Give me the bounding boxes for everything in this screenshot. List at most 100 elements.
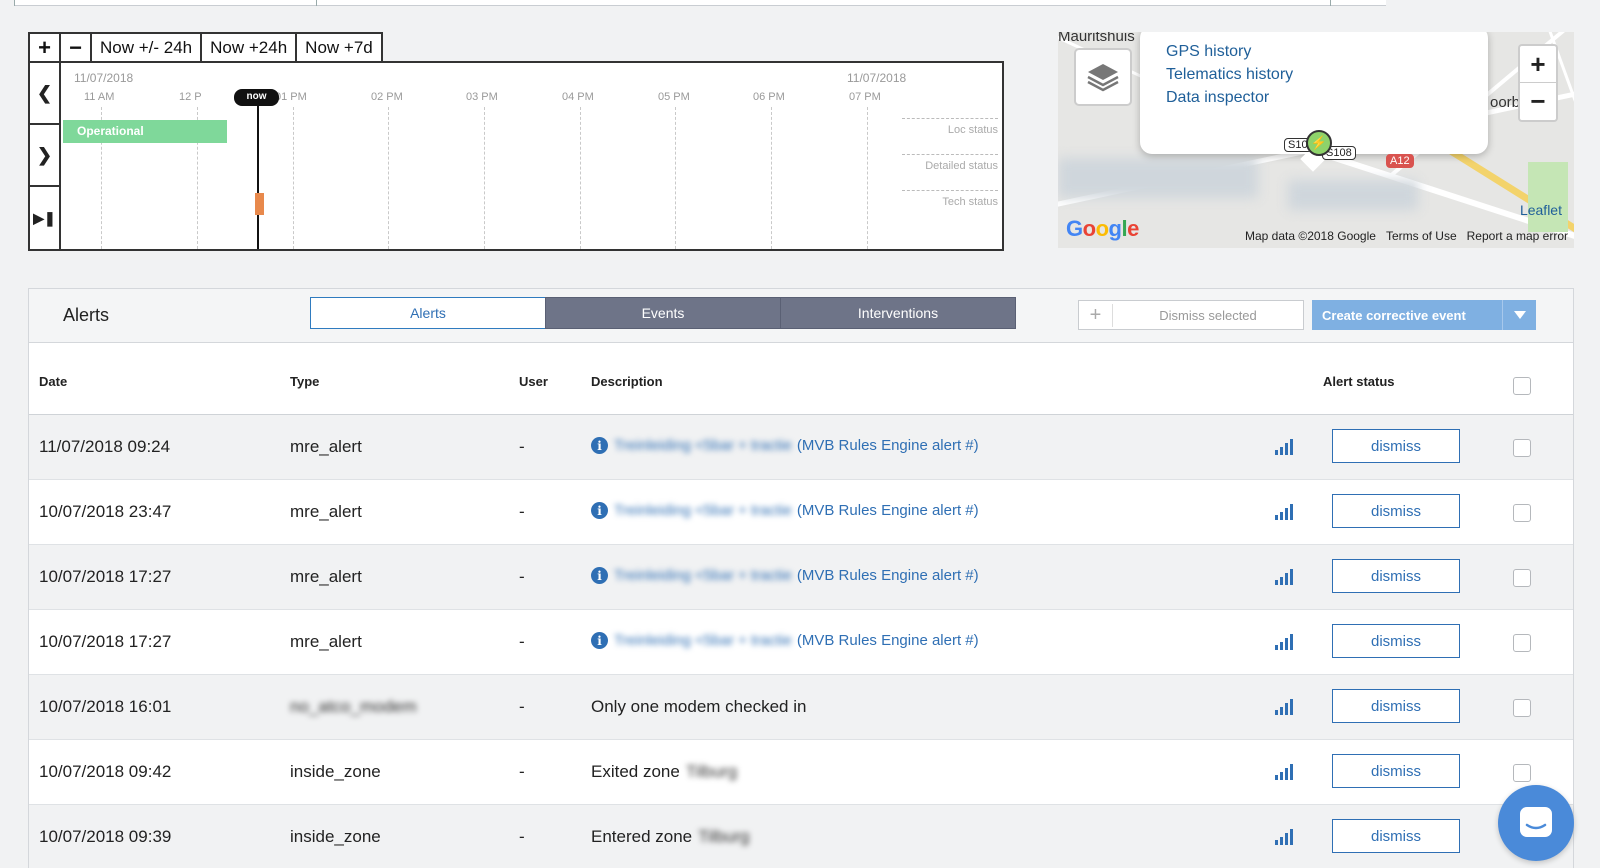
zone-name-redacted: Tilburg (685, 762, 738, 781)
alert-description-redacted[interactable]: Treinleiding <5bar + tractie (614, 437, 792, 454)
row-checkbox[interactable] (1513, 699, 1531, 717)
now-badge: now (234, 89, 279, 106)
table-row[interactable]: 10/07/2018 16:01 no_atco_modem - Only one m… (29, 675, 1573, 740)
alert-date: 10/07/2018 17:27 (39, 567, 172, 586)
plus-icon: + (1079, 303, 1113, 327)
operational-status-bar[interactable]: Operational (63, 120, 227, 143)
caret-down-icon[interactable] (1502, 300, 1536, 330)
signal-bars-icon[interactable] (1275, 504, 1293, 520)
timeline-prev-button[interactable]: ❮ (30, 63, 59, 125)
map-zoom-in-button[interactable]: + (1520, 46, 1556, 83)
signal-bars-icon[interactable] (1275, 634, 1293, 650)
tech-status-event[interactable] (255, 193, 264, 215)
table-row[interactable]: 10/07/2018 09:39 inside_zone - Entered zone… (29, 805, 1573, 868)
dismiss-button[interactable]: dismiss (1332, 429, 1460, 463)
alert-rule-link[interactable]: (MVB Rules Engine alert #) (797, 437, 979, 454)
column-header-user[interactable]: User (519, 374, 548, 389)
alert-user: - (519, 567, 525, 586)
timeline-zoom-in-button[interactable]: + (30, 34, 61, 61)
alert-description-redacted[interactable]: Treinleiding <5bar + tractie (614, 632, 792, 649)
zone-name-redacted: Tilburg (698, 827, 750, 846)
alert-user: - (519, 827, 525, 846)
layers-icon (1087, 64, 1119, 92)
map-zoom-out-button[interactable]: − (1520, 83, 1556, 120)
google-logo: Google (1066, 216, 1139, 241)
dismiss-button[interactable]: dismiss (1332, 689, 1460, 723)
alert-description-redacted[interactable]: Treinleiding <5bar + tractie (614, 502, 792, 519)
dismiss-button[interactable]: dismiss (1332, 754, 1460, 788)
grid-line (484, 107, 485, 249)
chevron-left-icon: ❮ (36, 82, 53, 103)
timeline-next-button[interactable]: ❯ (30, 125, 59, 187)
select-all-checkbox[interactable] (1513, 377, 1531, 395)
dismiss-button[interactable]: dismiss (1332, 819, 1460, 853)
timeline-date-right: 11/07/2018 (847, 71, 907, 85)
info-icon[interactable]: i (591, 567, 608, 584)
create-corrective-event-button[interactable]: Create corrective event (1312, 300, 1536, 330)
tab-alerts[interactable]: Alerts (310, 297, 546, 329)
timeline-zoom-out-button[interactable]: − (61, 34, 92, 61)
table-row[interactable]: 11/07/2018 09:24 mre_alert - i Treinleiding … (29, 415, 1573, 480)
grid-line (867, 107, 868, 249)
map-layers-button[interactable] (1074, 48, 1132, 106)
hour-label: 07 PM (849, 91, 881, 103)
alerts-panel-header: Alerts Alerts Events Interventions + Dis… (29, 289, 1573, 343)
alert-rule-link[interactable]: (MVB Rules Engine alert #) (797, 632, 979, 649)
vehicle-marker[interactable]: ⚡ (1306, 130, 1332, 156)
gps-history-link[interactable]: GPS history (1166, 40, 1488, 63)
chat-widget-button[interactable] (1498, 785, 1574, 861)
column-header-description[interactable]: Description (591, 374, 663, 389)
dismiss-button[interactable]: dismiss (1332, 494, 1460, 528)
road-shield: A12 (1386, 154, 1414, 168)
row-checkbox[interactable] (1513, 439, 1531, 457)
signal-bars-icon[interactable] (1275, 439, 1293, 455)
dismiss-button[interactable]: dismiss (1332, 559, 1460, 593)
grid-line (580, 107, 581, 249)
column-header-date[interactable]: Date (39, 374, 67, 389)
signal-bars-icon[interactable] (1275, 699, 1293, 715)
map-data-link[interactable]: Map data ©2018 Google (1245, 229, 1376, 243)
info-icon[interactable]: i (591, 437, 608, 454)
table-row[interactable]: 10/07/2018 17:27 mre_alert - i Treinleiding … (29, 610, 1573, 675)
row-checkbox[interactable] (1513, 504, 1531, 522)
grid-line (388, 107, 389, 249)
table-row[interactable]: 10/07/2018 23:47 mre_alert - i Treinleiding … (29, 480, 1573, 545)
map-view[interactable]: Mauritshuis oorb GPS history Telematics … (1058, 32, 1574, 248)
data-inspector-link[interactable]: Data inspector (1166, 86, 1488, 109)
column-header-alert-status[interactable]: Alert status (1323, 374, 1395, 389)
panel-title: Alerts (63, 305, 110, 325)
row-checkbox[interactable] (1513, 634, 1531, 652)
row-checkbox[interactable] (1513, 569, 1531, 587)
alert-rule-link[interactable]: (MVB Rules Engine alert #) (797, 502, 979, 519)
alert-description-redacted[interactable]: Treinleiding <5bar + tractie (614, 567, 792, 584)
dismiss-button[interactable]: dismiss (1332, 624, 1460, 658)
timeline-zoom-bar: + − Now +/- 24h Now +24h Now +7d (28, 32, 383, 61)
dismiss-selected-button[interactable]: + Dismiss selected (1078, 300, 1304, 330)
timeline-end-button[interactable]: ▶❚ (30, 187, 59, 249)
alert-date: 11/07/2018 09:24 (39, 437, 171, 456)
create-corrective-event-label: Create corrective event (1322, 307, 1466, 323)
terms-of-use-link[interactable]: Terms of Use (1386, 229, 1457, 243)
hour-label: 04 PM (562, 91, 594, 103)
range-now-plus-24h-button[interactable]: Now +24h (202, 34, 298, 61)
signal-bars-icon[interactable] (1275, 764, 1293, 780)
tab-events[interactable]: Events (545, 297, 781, 329)
signal-bars-icon[interactable] (1275, 829, 1293, 845)
info-icon[interactable]: i (591, 632, 608, 649)
tab-interventions[interactable]: Interventions (780, 297, 1016, 329)
leaflet-link[interactable]: Leaflet (1520, 202, 1562, 218)
range-now-plus-7d-button[interactable]: Now +7d (297, 34, 381, 61)
column-header-type[interactable]: Type (290, 374, 319, 389)
table-row[interactable]: 10/07/2018 17:27 mre_alert - i Treinleiding … (29, 545, 1573, 610)
alert-description: Entered zone (591, 827, 693, 846)
timeline-area[interactable]: 11/07/2018 11/07/2018 11 AM 12 P 01 PM 0… (61, 63, 1002, 249)
alert-rule-link[interactable]: (MVB Rules Engine alert #) (797, 567, 979, 584)
telematics-history-link[interactable]: Telematics history (1166, 63, 1488, 86)
table-row[interactable]: 10/07/2018 09:42 inside_zone - Exited zone T… (29, 740, 1573, 805)
report-map-error-link[interactable]: Report a map error (1467, 229, 1568, 243)
row-checkbox[interactable] (1513, 764, 1531, 782)
range-now-24h-both-button[interactable]: Now +/- 24h (92, 34, 203, 61)
hour-label: 12 P (179, 91, 202, 103)
signal-bars-icon[interactable] (1275, 569, 1293, 585)
info-icon[interactable]: i (591, 502, 608, 519)
